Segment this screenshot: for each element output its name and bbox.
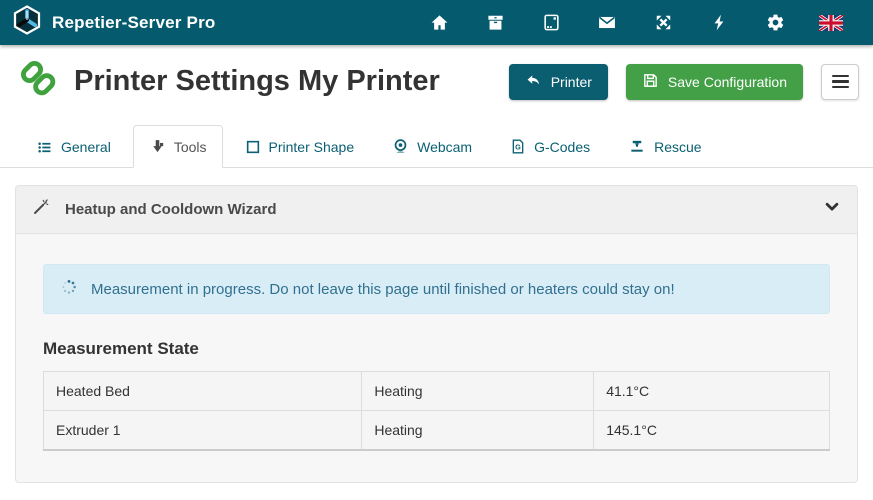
alert-text: Measurement in progress. Do not leave th… [91, 281, 675, 298]
spinner-icon [60, 278, 78, 300]
table-row: Extruder 1 Heating 145.1°C [44, 411, 830, 451]
heater-name-cell: Extruder 1 [44, 411, 362, 451]
printer-box-icon[interactable] [467, 0, 523, 45]
settings-tabs: General Tools Printer Shape Webcam G G-C… [0, 115, 873, 168]
tab-rescue[interactable]: Rescue [612, 125, 717, 168]
heater-temp-cell: 145.1°C [594, 411, 830, 451]
repetier-logo-icon [12, 5, 42, 40]
top-navbar: Repetier-Server Pro [0, 0, 873, 45]
hamburger-icon [832, 75, 849, 89]
print-queue-icon[interactable] [523, 0, 579, 45]
page-header: Printer Settings My Printer Printer Save… [0, 45, 873, 111]
tab-printer-shape[interactable]: Printer Shape [229, 126, 371, 168]
heater-state-cell: Heating [362, 411, 594, 451]
brand[interactable]: Repetier-Server Pro [12, 5, 215, 40]
language-flag-uk-icon[interactable] [803, 0, 859, 45]
measurement-state-heading: Measurement State [43, 339, 830, 359]
printer-button[interactable]: Printer [509, 64, 608, 100]
brand-title: Repetier-Server Pro [52, 13, 215, 33]
heater-temp-cell: 41.1°C [594, 372, 830, 411]
chevron-down-icon[interactable] [823, 200, 841, 219]
more-menu-button[interactable] [821, 64, 859, 100]
home-icon[interactable] [411, 0, 467, 45]
measurement-progress-alert: Measurement in progress. Do not leave th… [43, 264, 830, 314]
navbar-icons [411, 0, 859, 45]
heater-name-cell: Heated Bed [44, 372, 362, 411]
panel-title: Heatup and Cooldown Wizard [65, 201, 277, 218]
connection-bolt-icon[interactable] [691, 0, 747, 45]
header-buttons: Printer Save Configuration [509, 64, 859, 100]
svg-text:G: G [515, 143, 521, 152]
tab-general[interactable]: General [20, 126, 127, 168]
save-configuration-button[interactable]: Save Configuration [626, 64, 803, 100]
heater-state-cell: Heating [362, 372, 594, 411]
save-floppy-icon [642, 72, 659, 92]
tab-tools[interactable]: Tools [133, 125, 223, 168]
table-row: Heated Bed Heating 41.1°C [44, 372, 830, 411]
measurement-state-table: Heated Bed Heating 41.1°C Extruder 1 Hea… [43, 371, 830, 451]
page-title: Printer Settings My Printer [74, 65, 440, 98]
fullscreen-icon[interactable] [635, 0, 691, 45]
panel-body: Measurement in progress. Do not leave th… [16, 234, 857, 471]
tab-gcodes[interactable]: G G-Codes [494, 125, 606, 168]
heatup-wizard-panel: Heatup and Cooldown Wizard Measurement i… [15, 185, 858, 483]
magic-wand-icon [32, 198, 50, 221]
back-arrow-icon [525, 73, 542, 91]
settings-gear-icon[interactable] [747, 0, 803, 45]
messages-icon[interactable] [579, 0, 635, 45]
panel-header[interactable]: Heatup and Cooldown Wizard [16, 186, 857, 234]
chain-link-icon [18, 58, 60, 105]
tab-webcam[interactable]: Webcam [376, 125, 488, 168]
